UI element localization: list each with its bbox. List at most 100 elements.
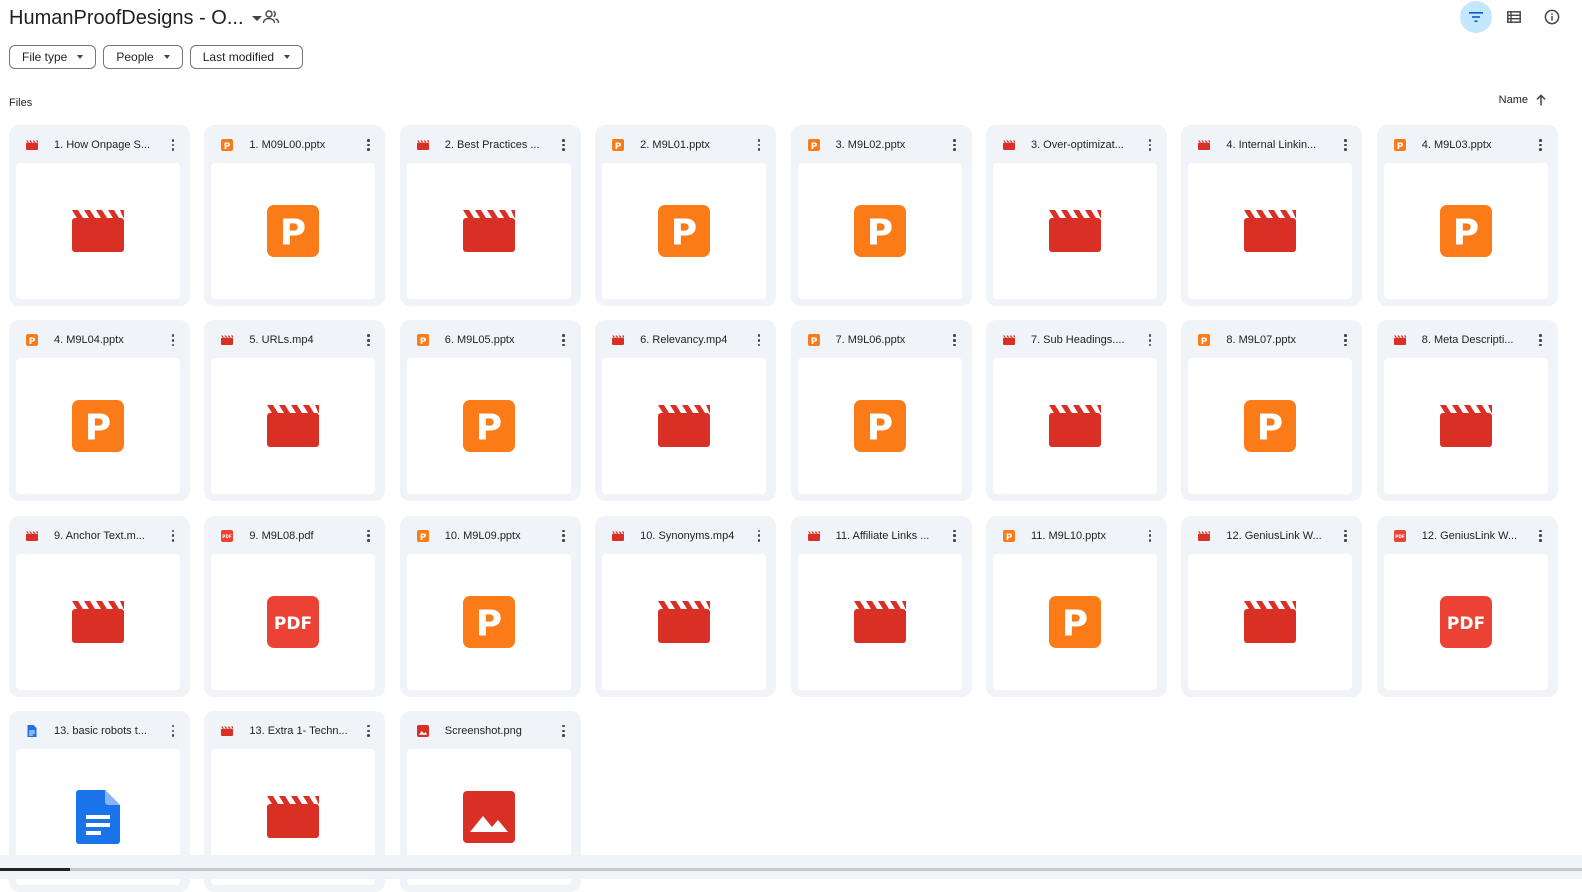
file-name: 9. M9L08.pdf (249, 529, 314, 542)
more-options-icon[interactable] (165, 722, 181, 740)
list-view-button[interactable] (1498, 1, 1530, 33)
more-options-icon[interactable] (947, 527, 963, 545)
svg-text:P: P (1453, 213, 1479, 254)
more-options-icon[interactable] (556, 331, 572, 349)
file-thumbnail[interactable] (992, 163, 1157, 299)
more-options-icon[interactable] (751, 136, 767, 154)
file-card[interactable]: 12. GeniusLink W... (1181, 515, 1363, 697)
filter-button[interactable] (1460, 1, 1492, 33)
more-options-icon[interactable] (1337, 136, 1353, 154)
file-card[interactable]: P 10. M9L09.pptx P (399, 515, 581, 697)
arrow-up-icon[interactable] (1536, 94, 1546, 106)
file-card[interactable]: 1. How Onpage S... (9, 125, 190, 306)
file-thumbnail[interactable] (1188, 163, 1353, 299)
file-card[interactable]: P 11. M9L10.pptx P (985, 515, 1167, 697)
file-thumbnail[interactable] (1188, 553, 1353, 690)
more-options-icon[interactable] (1337, 331, 1353, 349)
file-thumbnail[interactable] (1383, 358, 1548, 495)
more-options-icon[interactable] (1142, 527, 1158, 545)
file-card[interactable]: P 4. M9L03.pptx P (1376, 125, 1558, 306)
pdf-file-icon: PDF (1393, 529, 1407, 543)
more-options-icon[interactable] (556, 527, 572, 545)
file-thumbnail[interactable] (992, 358, 1157, 495)
file-thumbnail[interactable]: P (602, 163, 767, 299)
sort-by-name-button[interactable]: Name (1499, 94, 1546, 106)
more-options-icon[interactable] (1337, 527, 1353, 545)
people-icon[interactable] (262, 9, 280, 25)
more-options-icon[interactable] (1142, 331, 1158, 349)
file-card[interactable]: 6. Relevancy.mp4 (595, 320, 777, 502)
details-button[interactable] (1536, 1, 1568, 33)
file-thumbnail[interactable]: P (1188, 358, 1353, 495)
more-options-icon[interactable] (360, 136, 376, 154)
more-options-icon[interactable] (947, 331, 963, 349)
more-options-icon[interactable] (1533, 331, 1549, 349)
more-options-icon[interactable] (1533, 527, 1549, 545)
more-options-icon[interactable] (165, 527, 181, 545)
scrollbar-thumb[interactable] (0, 868, 70, 871)
more-options-icon[interactable] (165, 136, 181, 154)
file-card[interactable]: 10. Synonyms.mp4 (595, 515, 777, 697)
file-card[interactable]: PDF 9. M9L08.pdf PDF (204, 515, 386, 697)
video-thumbnail-icon (1439, 404, 1493, 448)
file-thumbnail[interactable]: P (797, 163, 962, 299)
file-card-header: P 6. M9L05.pptx (400, 320, 581, 358)
file-thumbnail[interactable] (16, 163, 180, 299)
file-thumbnail[interactable]: P (1383, 163, 1548, 299)
more-options-icon[interactable] (1142, 136, 1158, 154)
file-card[interactable]: 8. Meta Descripti... (1376, 320, 1558, 502)
file-card[interactable]: 9. Anchor Text.m... (9, 515, 190, 697)
file-card[interactable]: 2. Best Practices ... (399, 125, 581, 306)
video-thumbnail-icon (462, 209, 516, 253)
more-options-icon[interactable] (556, 136, 572, 154)
caret-down-icon (163, 55, 170, 59)
file-card[interactable]: P 3. M9L02.pptx P (790, 125, 972, 306)
file-card[interactable]: 11. Affiliate Links ... (790, 515, 972, 697)
file-name: 1. How Onpage S... (54, 139, 150, 151)
folder-title-dropdown[interactable]: HumanProofDesigns - O... (9, 5, 262, 31)
image-thumbnail-icon (462, 790, 515, 843)
file-thumbnail[interactable] (602, 358, 767, 495)
more-options-icon[interactable] (360, 527, 376, 545)
file-thumbnail[interactable]: P (797, 358, 962, 495)
more-options-icon[interactable] (947, 136, 963, 154)
file-card[interactable]: P 2. M9L01.pptx P (595, 125, 777, 306)
file-card[interactable]: PDF 12. GeniusLink W... PDF (1376, 515, 1558, 697)
file-thumbnail[interactable] (211, 358, 376, 495)
more-options-icon[interactable] (751, 331, 767, 349)
file-card[interactable]: 5. URLs.mp4 (204, 320, 386, 502)
horizontal-scrollbar[interactable] (0, 868, 1582, 871)
more-options-icon[interactable] (751, 527, 767, 545)
more-options-icon[interactable] (165, 331, 181, 349)
file-type-filter-chip[interactable]: File type (9, 45, 97, 69)
file-card[interactable]: P 1. M09L00.pptx P (204, 125, 386, 306)
more-options-icon[interactable] (360, 722, 376, 740)
file-thumbnail[interactable] (406, 163, 571, 299)
file-thumbnail[interactable]: P (992, 553, 1157, 690)
more-options-icon[interactable] (1533, 136, 1549, 154)
last-modified-filter-chip[interactable]: Last modified (189, 45, 304, 69)
file-thumbnail[interactable]: P (16, 358, 180, 495)
file-card[interactable]: P 7. M9L06.pptx P (790, 320, 972, 502)
people-filter-chip[interactable]: People (103, 45, 183, 69)
file-thumbnail[interactable] (797, 553, 962, 690)
video-thumbnail-icon (853, 600, 907, 644)
file-card[interactable]: 7. Sub Headings.... (985, 320, 1167, 502)
sort-label: Name (1498, 94, 1528, 106)
file-thumbnail[interactable]: PDF (211, 553, 376, 690)
more-options-icon[interactable] (360, 331, 376, 349)
file-card[interactable]: 3. Over-optimizat... (985, 125, 1167, 306)
file-card[interactable]: 4. Internal Linkin... (1181, 125, 1363, 306)
info-icon (1544, 9, 1560, 25)
file-card[interactable]: P 4. M9L04.pptx P (9, 320, 190, 502)
file-thumbnail[interactable] (602, 553, 767, 690)
file-card[interactable]: P 6. M9L05.pptx P (399, 320, 581, 502)
file-card-header: P 2. M9L01.pptx (595, 125, 776, 163)
file-thumbnail[interactable]: PDF (1383, 553, 1548, 690)
file-thumbnail[interactable] (16, 553, 180, 690)
file-thumbnail[interactable]: P (211, 163, 376, 299)
file-card[interactable]: P 8. M9L07.pptx P (1181, 320, 1363, 502)
more-options-icon[interactable] (556, 722, 572, 740)
file-thumbnail[interactable]: P (406, 358, 571, 495)
file-thumbnail[interactable]: P (406, 553, 571, 690)
